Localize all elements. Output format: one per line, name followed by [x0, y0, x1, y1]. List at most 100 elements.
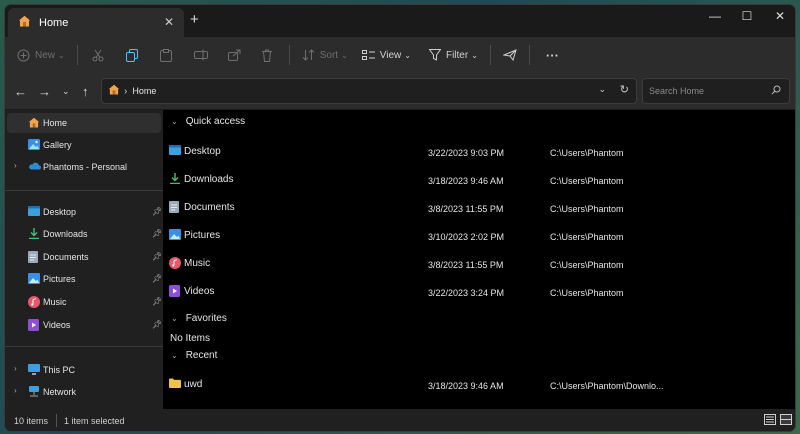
document-icon: [28, 251, 38, 265]
view-button[interactable]: View ⌄: [361, 49, 411, 61]
group-header-quick-access[interactable]: ⌄ Quick access: [171, 116, 245, 127]
download-icon: [28, 228, 40, 241]
view-icon: [361, 49, 375, 61]
status-bar: 10 items 1 item selected: [5, 409, 795, 431]
tab-close-button[interactable]: ✕: [164, 15, 174, 29]
paste-icon[interactable]: [159, 48, 172, 62]
picture-icon: [28, 273, 40, 286]
details-view-icon[interactable]: [764, 414, 776, 427]
item-path: C:\Users\Phantom: [550, 148, 624, 158]
breadcrumb-home[interactable]: Home: [132, 86, 156, 96]
tab-title: Home: [39, 16, 69, 29]
sidebar-item-videos[interactable]: Videos 📌︎: [7, 315, 162, 335]
sort-icon: [302, 49, 315, 61]
divider: [5, 190, 163, 191]
collapse-chevron-icon: ⌄: [171, 117, 178, 126]
sidebar-item-network[interactable]: › Network: [7, 382, 161, 402]
pin-icon[interactable]: 📌︎: [152, 207, 162, 216]
search-input[interactable]: [649, 86, 769, 96]
list-item[interactable]: Downloads 3/18/2023 9:46 AM C:\Users\Pha…: [163, 168, 795, 192]
file-explorer-window: Home ✕ + — ☐ ✕ New ⌄ Sort ⌄ View ⌄ Filte…: [4, 4, 796, 432]
preview-pane-icon[interactable]: [502, 49, 517, 61]
view-label: View: [379, 49, 402, 61]
expand-chevron-icon[interactable]: ›: [14, 161, 17, 170]
sidebar-item-label: Desktop: [43, 207, 77, 217]
sidebar-item-label: Pictures: [43, 274, 76, 284]
pc-icon: [28, 364, 40, 377]
list-item[interactable]: Videos 3/22/2023 3:24 PM C:\Users\Phanto…: [163, 280, 795, 304]
search-icon[interactable]: [771, 85, 781, 98]
selection-count: 1 item selected: [64, 416, 125, 426]
list-item[interactable]: Documents 3/8/2023 11:55 PM C:\Users\Pha…: [163, 196, 795, 220]
more-options-button[interactable]: ···: [546, 48, 559, 63]
maximize-button[interactable]: ☐: [732, 9, 762, 23]
address-dropdown-chevron-icon[interactable]: ⌄: [598, 84, 606, 95]
chevron-down-icon: ⌄: [404, 50, 411, 60]
refresh-icon[interactable]: ↻: [620, 83, 629, 96]
pin-icon[interactable]: 📌︎: [152, 274, 162, 283]
pin-icon[interactable]: 📌︎: [152, 320, 162, 329]
item-name: Desktop: [184, 146, 221, 157]
home-icon: [108, 84, 120, 98]
new-button[interactable]: New ⌄: [17, 49, 65, 62]
expand-chevron-icon[interactable]: ›: [14, 386, 17, 395]
sidebar-item-gallery[interactable]: Gallery: [7, 135, 161, 155]
expand-chevron-icon[interactable]: ›: [14, 364, 17, 373]
command-bar: New ⌄ Sort ⌄ View ⌄ Filter ⌄ ···: [5, 37, 795, 73]
recent-locations-chevron-icon[interactable]: ⌄: [62, 86, 70, 97]
back-arrow-icon[interactable]: ←: [14, 84, 27, 99]
rename-icon[interactable]: [193, 49, 208, 61]
title-bar: Home ✕ + — ☐ ✕: [5, 5, 795, 37]
desktop-icon: [28, 206, 40, 218]
collapse-chevron-icon: ⌄: [171, 314, 178, 323]
minimize-button[interactable]: —: [700, 9, 730, 23]
filter-button[interactable]: Filter ⌄: [428, 49, 478, 61]
item-date: 3/22/2023 3:24 PM: [428, 288, 505, 298]
sort-button[interactable]: Sort ⌄: [302, 49, 348, 61]
chevron-down-icon: ⌄: [471, 50, 478, 60]
item-path: C:\Users\Phantom: [550, 260, 624, 270]
divider: [528, 45, 530, 65]
list-item[interactable]: Desktop 3/22/2023 9:03 PM C:\Users\Phant…: [163, 140, 795, 164]
sidebar-item-home[interactable]: Home: [7, 113, 161, 133]
sidebar-item-downloads[interactable]: Downloads 📌︎: [7, 224, 162, 244]
sort-label: Sort: [319, 49, 339, 61]
sidebar-item-pictures[interactable]: Pictures 📌︎: [7, 269, 162, 289]
close-window-button[interactable]: ✕: [765, 9, 795, 23]
pin-icon[interactable]: 📌︎: [152, 229, 162, 238]
group-header-recent[interactable]: ⌄ Recent: [171, 350, 217, 361]
pin-icon[interactable]: 📌︎: [152, 252, 162, 261]
up-arrow-icon[interactable]: ↑: [82, 84, 89, 99]
sidebar-item-desktop[interactable]: Desktop 📌︎: [7, 202, 162, 222]
sidebar-item-documents[interactable]: Documents 📌︎: [7, 247, 162, 267]
list-item[interactable]: Music 3/8/2023 11:55 PM C:\Users\Phantom: [163, 252, 795, 276]
list-item[interactable]: Pictures 3/10/2023 2:02 PM C:\Users\Phan…: [163, 224, 795, 248]
group-header-favorites[interactable]: ⌄ Favorites: [171, 313, 227, 324]
cut-icon[interactable]: [92, 49, 104, 62]
divider: [76, 45, 78, 65]
item-path: C:\Users\Phantom: [550, 204, 624, 214]
new-tab-button[interactable]: +: [190, 11, 199, 28]
sidebar-item-music[interactable]: Music 📌︎: [7, 292, 162, 312]
item-path: C:\Users\Phantom: [550, 232, 624, 242]
share-icon[interactable]: [227, 49, 241, 61]
item-name: Music: [184, 258, 211, 269]
list-item[interactable]: uwd 3/18/2023 9:46 AM C:\Users\Phantom\D…: [163, 373, 795, 397]
copy-icon[interactable]: [125, 48, 138, 62]
tab-home[interactable]: Home ✕: [8, 8, 184, 37]
group-title: Recent: [185, 350, 218, 361]
folder-icon: [169, 378, 181, 391]
document-icon: [169, 201, 179, 216]
item-name: Pictures: [184, 230, 221, 241]
tiles-view-icon[interactable]: [780, 414, 792, 427]
plus-circle-icon: [17, 49, 30, 62]
sidebar-item-onedrive[interactable]: › Phantoms - Personal: [7, 157, 161, 177]
forward-arrow-icon[interactable]: →: [38, 84, 51, 99]
delete-icon[interactable]: [261, 49, 273, 62]
item-path: C:\Users\Phantom: [550, 288, 624, 298]
address-bar[interactable]: › Home ⌄ ↻: [101, 78, 637, 104]
pin-icon[interactable]: 📌︎: [152, 297, 162, 306]
empty-favorites-text: No Items: [170, 333, 211, 344]
sidebar-item-this-pc[interactable]: › This PC: [7, 360, 161, 380]
item-path: C:\Users\Phantom: [550, 176, 624, 186]
